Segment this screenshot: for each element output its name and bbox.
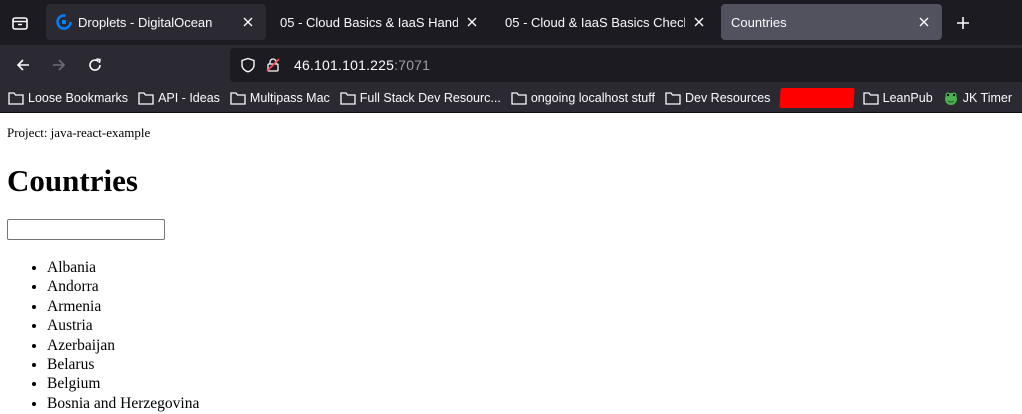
close-tab-icon[interactable] — [691, 14, 707, 30]
forward-button[interactable] — [48, 54, 70, 76]
folder-icon — [862, 91, 879, 105]
country-list-item: Armenia — [47, 297, 1022, 316]
plus-icon — [957, 17, 969, 29]
country-list-item: Azerbaijan — [47, 336, 1022, 355]
bookmark-ongoing-localhost-stuff[interactable]: ongoing localhost stuff — [511, 91, 655, 105]
country-list-item: Andorra — [47, 277, 1022, 296]
new-tab-button[interactable] — [952, 12, 974, 34]
close-tab-icon[interactable] — [464, 14, 480, 30]
country-list-item: Belgium — [47, 374, 1022, 393]
folder-icon — [665, 91, 681, 105]
tab-countries[interactable]: Countries — [721, 4, 942, 40]
bookmark-full-stack-dev-resources[interactable]: Full Stack Dev Resourc... — [340, 91, 501, 105]
tab-title: Droplets - DigitalOcean — [78, 14, 213, 30]
digitalocean-icon — [56, 14, 72, 30]
tab-title: 05 - Cloud Basics & IaaS Handout - — [280, 14, 458, 30]
reload-icon — [89, 58, 101, 71]
url-text: 46.101.101.225:7071 — [294, 57, 430, 73]
tab-title: 05 - Cloud & IaaS Basics Checklist - — [505, 14, 685, 30]
arrow-left-icon — [16, 59, 29, 71]
tab-overview-button[interactable] — [0, 0, 40, 45]
bookmark-label: ongoing localhost stuff — [530, 90, 655, 105]
tab-droplets[interactable]: Droplets - DigitalOcean — [46, 4, 266, 40]
tracking-protection-shield-icon[interactable] — [238, 55, 258, 75]
country-list-item: Austria — [47, 316, 1022, 335]
folder-icon — [511, 91, 527, 105]
folder-icon — [8, 91, 24, 105]
navigation-bar: 46.101.101.225:7071 — [0, 45, 1022, 83]
bookmark-multipass-mac[interactable]: Multipass Mac — [230, 91, 330, 105]
bookmark-jk-timer[interactable]: JK Timer — [943, 90, 1012, 106]
bookmark-dev-resources[interactable]: Dev Resources — [665, 91, 770, 105]
country-search-input[interactable] — [7, 219, 165, 240]
page-content: Project: java-react-example Countries Al… — [0, 113, 1022, 414]
bookmark-api-ideas[interactable]: API - Ideas — [138, 91, 220, 105]
page-title: Countries — [7, 163, 138, 198]
frog-icon — [944, 92, 957, 105]
country-list-item: Albania — [47, 258, 1022, 277]
url-host: 46.101.101.225 — [294, 57, 395, 73]
bookmark-label: LeanPub — [882, 90, 933, 105]
bookmark-leanpub[interactable]: LeanPub — [862, 90, 933, 105]
country-list-item: Bosnia and Herzegovina — [47, 394, 1022, 413]
close-tab-icon[interactable] — [240, 14, 256, 30]
tab-cloud-iaas-checklist[interactable]: 05 - Cloud & IaaS Basics Checklist - — [495, 4, 717, 40]
bookmarks-toolbar: Loose Bookmarks API - Ideas Multipass Ma… — [0, 83, 1022, 113]
tab-overview-icon — [12, 16, 28, 30]
bookmark-label: API - Ideas — [158, 90, 220, 105]
url-port: :7071 — [394, 57, 431, 73]
tab-cloud-basics-handout[interactable]: 05 - Cloud Basics & IaaS Handout - — [270, 4, 490, 40]
folder-icon — [230, 91, 246, 105]
project-label: Project: java-react-example — [7, 125, 151, 140]
country-list: Albania Andorra Armenia Austria Azerbaij… — [7, 258, 1022, 413]
insecure-lock-icon[interactable] — [264, 56, 282, 74]
browser-chrome: Droplets - DigitalOcean 05 - Cloud Basic… — [0, 0, 1022, 113]
bookmark-label: Full Stack Dev Resourc... — [359, 90, 501, 105]
bookmark-label: Loose Bookmarks — [28, 90, 129, 105]
bookmark-label: Dev Resources — [684, 90, 771, 105]
address-bar[interactable]: 46.101.101.225:7071 — [230, 48, 1022, 82]
tab-title: Countries — [731, 14, 787, 30]
folder-icon — [138, 91, 154, 105]
back-button[interactable] — [12, 54, 34, 76]
redacted-bookmark — [779, 87, 856, 108]
country-list-item: Belarus — [47, 355, 1022, 374]
folder-icon — [340, 91, 356, 105]
bookmark-label: Multipass Mac — [249, 90, 330, 105]
tab-strip: Droplets - DigitalOcean 05 - Cloud Basic… — [0, 0, 1022, 45]
reload-button[interactable] — [84, 54, 106, 76]
close-tab-icon[interactable] — [916, 14, 932, 30]
bookmark-label: JK Timer — [962, 90, 1012, 105]
arrow-right-icon — [53, 59, 66, 71]
bookmark-loose-bookmarks[interactable]: Loose Bookmarks — [8, 91, 128, 105]
